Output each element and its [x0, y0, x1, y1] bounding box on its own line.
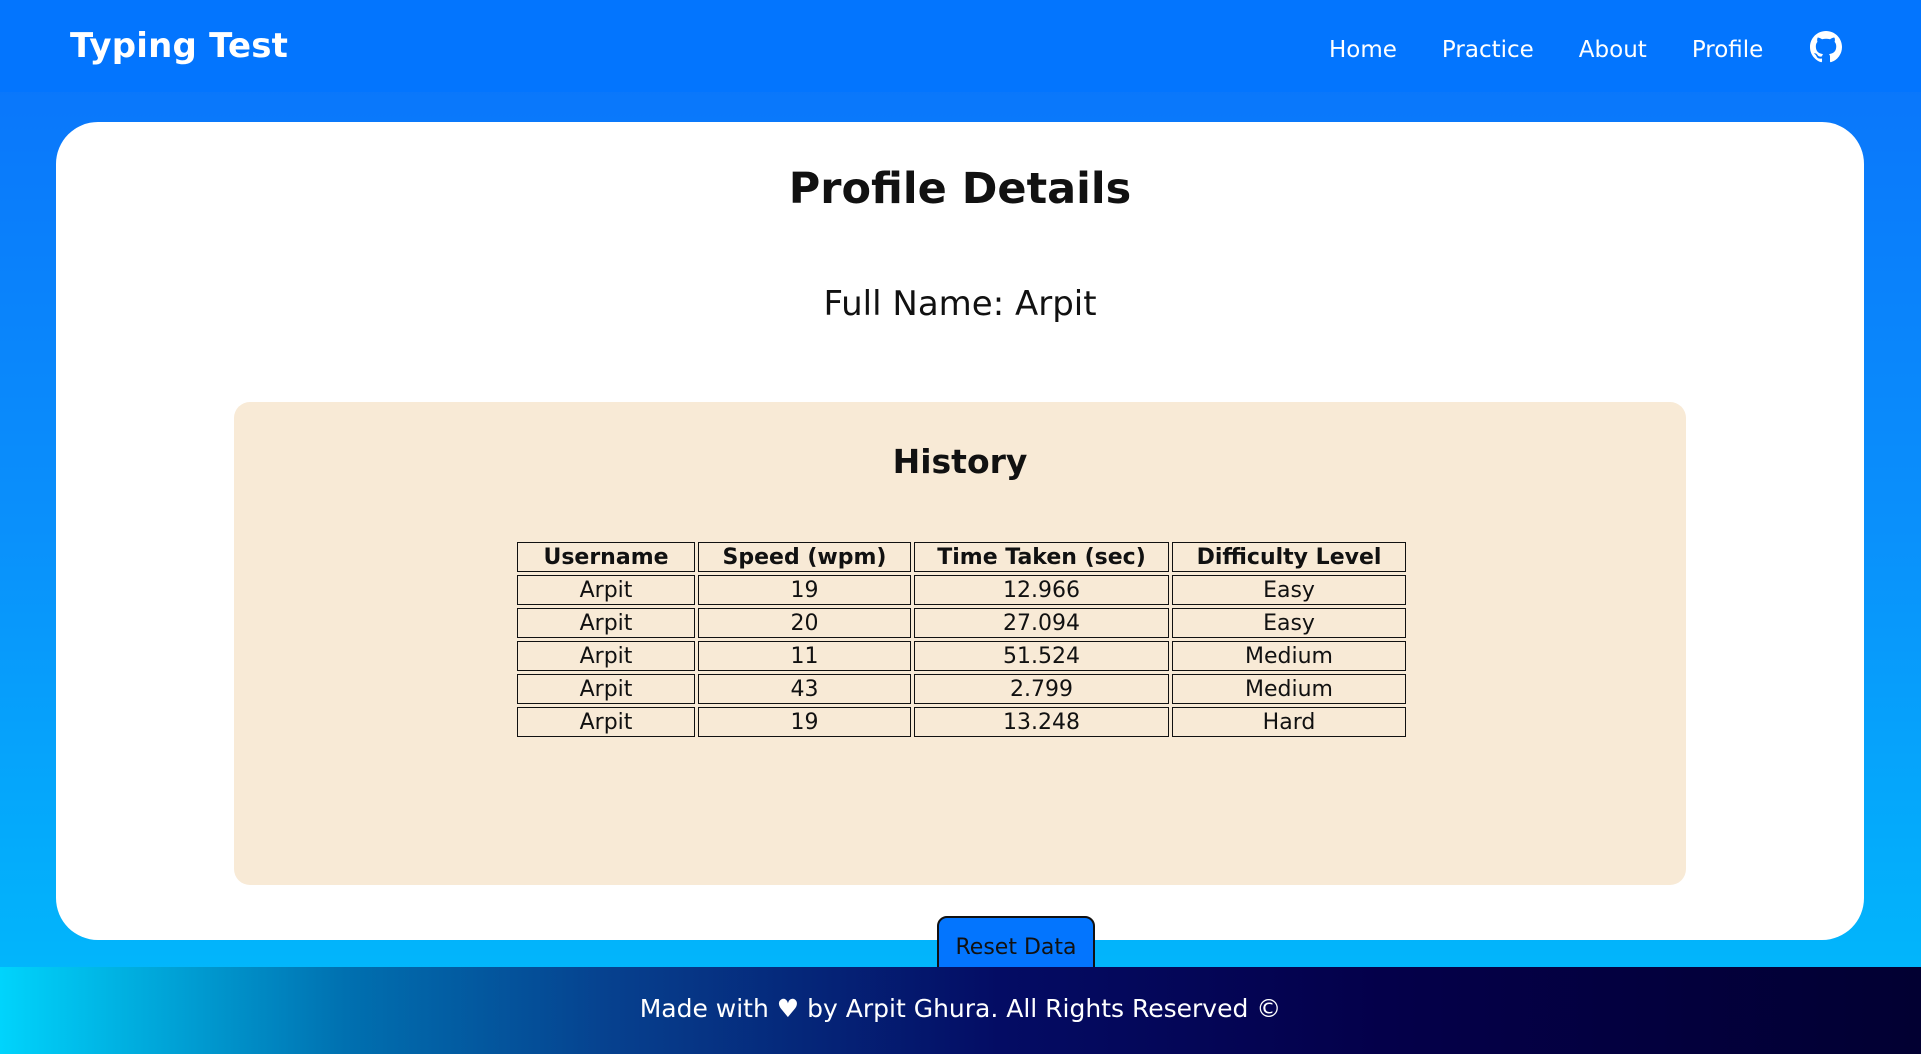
brand-title[interactable]: Typing Test — [70, 26, 288, 66]
cell-time: 13.248 — [914, 707, 1169, 737]
full-name-text: Full Name: Arpit — [823, 284, 1097, 324]
history-panel: History Username Speed (wpm) Time Taken … — [234, 402, 1686, 978]
github-icon[interactable] — [1810, 31, 1843, 63]
cell-username: Arpit — [517, 575, 695, 605]
cell-difficulty: Hard — [1172, 707, 1406, 737]
cell-username: Arpit — [517, 674, 695, 704]
page-title: Profile Details — [788, 164, 1132, 214]
table-row: Arpit 20 27.094 Easy — [517, 608, 1406, 638]
column-header-difficulty: Difficulty Level — [1172, 542, 1406, 572]
table-row: Arpit 11 51.524 Medium — [517, 641, 1406, 671]
cell-speed: 19 — [698, 707, 911, 737]
nav-link-home[interactable]: Home — [1329, 37, 1397, 63]
cell-username: Arpit — [517, 707, 695, 737]
cell-speed: 11 — [698, 641, 911, 671]
navbar: Typing Test Home Practice About Profile — [0, 0, 1921, 92]
column-header-username: Username — [517, 542, 695, 572]
cell-time: 27.094 — [914, 608, 1169, 638]
cell-difficulty: Easy — [1172, 608, 1406, 638]
nav-link-practice[interactable]: Practice — [1442, 37, 1534, 63]
cell-time: 2.799 — [914, 674, 1169, 704]
table-header-row: Username Speed (wpm) Time Taken (sec) Di… — [517, 542, 1406, 572]
table-row: Arpit 43 2.799 Medium — [517, 674, 1406, 704]
cell-speed: 19 — [698, 575, 911, 605]
nav-link-about[interactable]: About — [1579, 37, 1647, 63]
history-table: Username Speed (wpm) Time Taken (sec) Di… — [514, 539, 1409, 740]
cell-speed: 43 — [698, 674, 911, 704]
footer: Made with ♥ by Arpit Ghura. All Rights R… — [0, 967, 1921, 1054]
cell-username: Arpit — [517, 641, 695, 671]
cell-difficulty: Medium — [1172, 641, 1406, 671]
nav-link-profile[interactable]: Profile — [1692, 37, 1764, 63]
history-title: History — [892, 442, 1028, 481]
column-header-speed: Speed (wpm) — [698, 542, 911, 572]
table-row: Arpit 19 13.248 Hard — [517, 707, 1406, 737]
cell-username: Arpit — [517, 608, 695, 638]
table-row: Arpit 19 12.966 Easy — [517, 575, 1406, 605]
profile-card: Profile Details Full Name: Arpit History… — [56, 122, 1864, 978]
footer-text: Made with ♥ by Arpit Ghura. All Rights R… — [639, 994, 1282, 1023]
column-header-time: Time Taken (sec) — [914, 542, 1169, 572]
cell-time: 12.966 — [914, 575, 1169, 605]
cell-time: 51.524 — [914, 641, 1169, 671]
nav-links: Home Practice About Profile — [1329, 31, 1843, 66]
cell-difficulty: Medium — [1172, 674, 1406, 704]
cell-speed: 20 — [698, 608, 911, 638]
cell-difficulty: Easy — [1172, 575, 1406, 605]
